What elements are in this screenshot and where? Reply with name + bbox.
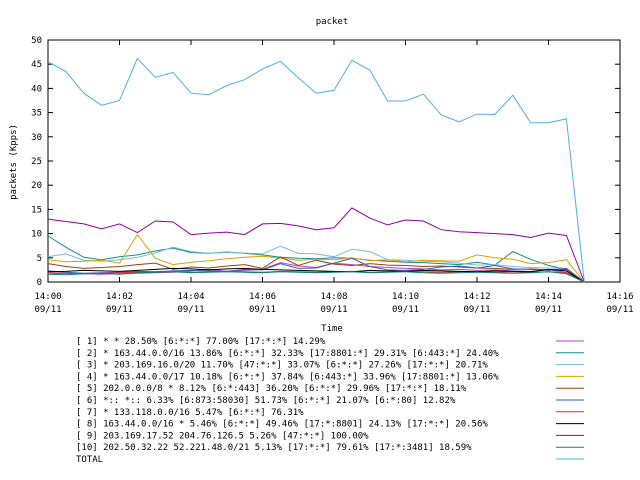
x-tick-label-date: 09/11 xyxy=(320,305,347,315)
x-tick-label-time: 14:06 xyxy=(249,292,276,302)
x-tick-label-date: 09/11 xyxy=(249,305,276,315)
legend-entry-label: TOTAL xyxy=(76,455,103,465)
x-tick-label-date: 09/11 xyxy=(106,305,133,315)
legend-entry-label: [ 8] 163.44.0.0/16 * 5.46% [6:*:*] 49.46… xyxy=(76,420,488,430)
y-tick-label: 50 xyxy=(31,36,42,46)
legend-entry-label: [ 4] * 163.44.0.0/17 10.18% [6:*:*] 37.8… xyxy=(76,372,499,382)
series-lines xyxy=(47,57,585,283)
x-tick-label-time: 14:00 xyxy=(34,292,61,302)
plot-frame xyxy=(47,39,621,283)
y-tick-label: 10 xyxy=(31,230,42,240)
x-tick-label-time: 14:02 xyxy=(106,292,133,302)
x-tick-label-date: 09/11 xyxy=(34,305,61,315)
y-axis-label: packets (Kpps) xyxy=(9,124,19,200)
y-tick-label: 30 xyxy=(31,133,42,143)
chart-title: packet xyxy=(316,17,349,27)
y-tick-label: 0 xyxy=(37,278,42,288)
packet-chart: packet 0 5 10 15 20 25 30 35 40 45 50 14:00 09/11 14… xyxy=(9,17,634,465)
x-tick-label-date: 09/11 xyxy=(606,305,633,315)
y-tick-label: 35 xyxy=(31,109,42,119)
chart-root: packet 0 5 10 15 20 25 30 35 40 45 50 14:00 09/11 14… xyxy=(0,0,640,480)
x-tick-label-date: 09/11 xyxy=(463,305,490,315)
x-axis-label: Time xyxy=(321,324,343,334)
x-tick-label-time: 14:10 xyxy=(392,292,419,302)
series-line xyxy=(47,245,585,283)
y-tick-label: 45 xyxy=(31,60,42,70)
y-tick-label: 25 xyxy=(31,157,42,167)
legend-entry-label: [ 5] 202.0.0.0/8 * 8.12% [6:*:443] 36.20… xyxy=(76,384,467,394)
x-tick-label-time: 14:08 xyxy=(320,292,347,302)
x-tick-label-time: 14:14 xyxy=(535,292,562,302)
y-tick-label: 20 xyxy=(31,181,42,191)
y-tick-label: 15 xyxy=(31,205,42,215)
x-tick-label-date: 09/11 xyxy=(392,305,419,315)
series-line xyxy=(47,256,585,283)
x-tick-label-time: 14:12 xyxy=(463,292,490,302)
legend-entry-label: [10] 202.50.32.22 52.221.48.0/21 5.13% [… xyxy=(76,443,472,453)
x-tick-label-time: 14:04 xyxy=(177,292,204,302)
x-tick-label-time: 14:16 xyxy=(606,292,633,302)
legend-entry-label: [ 6] *:: *:: 6.33% [6:873:58030] 51.73% … xyxy=(76,396,456,406)
legend-entry-label: [ 9] 203.169.17.52 204.76.126.5 5.26% [4… xyxy=(76,431,369,441)
legend-entry-label: [ 2] * 163.44.0.0/16 13.86% [6:*:*] 32.3… xyxy=(76,349,499,359)
x-tick-label-date: 09/11 xyxy=(177,305,204,315)
legend-entry-label: [ 7] * 133.118.0.0/16 5.47% [6:*:*] 76.3… xyxy=(76,408,304,418)
y-tick-label: 5 xyxy=(37,254,42,264)
y-tick-label: 40 xyxy=(31,84,42,94)
series-line xyxy=(47,271,585,283)
legend-entry-label: [ 3] * 203.169.16.0/20 11.70% [47:*:*] 3… xyxy=(76,361,488,371)
legend-entry-label: [ 1] * * 28.50% [6:*:*] 77.00% [17:*:*] … xyxy=(76,337,326,347)
y-axis: 0 5 10 15 20 25 30 35 40 45 50 xyxy=(31,36,620,288)
x-tick-label-date: 09/11 xyxy=(535,305,562,315)
legend: [ 1] * * 28.50% [6:*:*] 77.00% [17:*:*] … xyxy=(76,337,584,465)
